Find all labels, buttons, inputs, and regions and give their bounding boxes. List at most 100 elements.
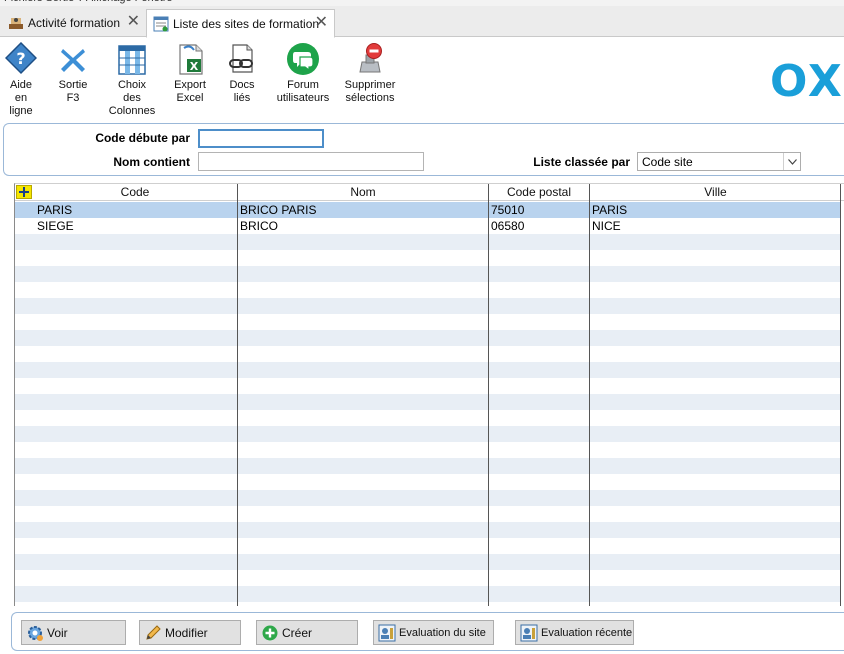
- view-button[interactable]: Voir: [21, 620, 126, 645]
- view-label: Voir: [47, 625, 68, 640]
- column-header-nom[interactable]: Nom: [238, 184, 489, 201]
- empty-row: [15, 346, 841, 362]
- delete-selections-button[interactable]: Supprimer sélections: [344, 42, 396, 105]
- empty-row: [15, 282, 841, 298]
- pencil-icon: [146, 624, 161, 640]
- forum-label: Forum utilisateurs: [276, 79, 330, 104]
- column-divider: [840, 184, 841, 606]
- code-filter-input[interactable]: [198, 129, 324, 148]
- empty-row: [15, 234, 841, 250]
- filter-panel: Code débute par Nom contient Liste class…: [3, 123, 844, 176]
- close-icon[interactable]: ✕: [127, 14, 140, 30]
- empty-row: [15, 362, 841, 378]
- name-filter-input[interactable]: [198, 152, 424, 171]
- empty-row: [15, 426, 841, 442]
- plus-circle-icon: [262, 625, 278, 640]
- help-icon: ?: [5, 42, 37, 75]
- tab-strip: Activité formation ✕ Liste des sites de …: [0, 6, 844, 38]
- create-button[interactable]: Créer: [256, 620, 358, 645]
- export-excel-button[interactable]: X Export Excel: [170, 42, 210, 105]
- svg-text:?: ?: [16, 49, 25, 68]
- exit-label: Sortie F3: [58, 79, 88, 104]
- empty-row: [15, 490, 841, 506]
- close-icon[interactable]: ✕: [315, 15, 328, 31]
- column-header-code[interactable]: Code: [33, 184, 238, 201]
- modify-button[interactable]: Modifier: [139, 620, 241, 645]
- table-cell: BRICO PARIS: [240, 203, 317, 217]
- empty-row: [15, 314, 841, 330]
- tab-label: Liste des sites de formation: [173, 16, 320, 31]
- linked-docs-icon: [229, 44, 253, 73]
- table-cell: 06580: [491, 219, 525, 233]
- site-evaluation-button[interactable]: Evaluation du site: [373, 620, 494, 645]
- forum-button[interactable]: Forum utilisateurs: [274, 42, 332, 105]
- toolbar: ? Aide en ligne Sortie F3 Choix des Colo…: [0, 38, 844, 120]
- site-evaluation-label: Evaluation du site: [399, 626, 486, 639]
- evaluation-icon: [520, 624, 538, 641]
- sort-label: Liste classée par: [533, 155, 630, 169]
- columns-button[interactable]: Choix des Colonnes: [106, 42, 158, 118]
- empty-row: [15, 394, 841, 410]
- empty-row: [15, 410, 841, 426]
- recent-evaluation-label: Evaluation récente: [541, 626, 633, 639]
- delete-selection-icon: [359, 43, 382, 73]
- empty-row: [15, 506, 841, 522]
- column-divider: [589, 184, 590, 606]
- action-bar: Voir Modifier Créer Evaluation du site E…: [11, 612, 844, 651]
- brand-logo: OX: [764, 62, 844, 102]
- column-divider: [237, 184, 238, 606]
- table-row[interactable]: PARIS BRICO PARIS 75010 PARIS: [15, 202, 841, 218]
- tab-activite-formation[interactable]: Activité formation ✕: [2, 9, 144, 37]
- empty-row: [15, 522, 841, 538]
- tab-liste-sites[interactable]: Liste des sites de formation ✕: [146, 9, 335, 38]
- exit-button[interactable]: Sortie F3: [54, 42, 92, 105]
- empty-row: [15, 442, 841, 458]
- empty-row: [15, 570, 841, 586]
- svg-text:X: X: [190, 60, 199, 73]
- column-header-ville[interactable]: Ville: [590, 184, 841, 201]
- code-filter-label: Code débute par: [95, 131, 190, 145]
- logo-text: OX: [770, 62, 844, 102]
- add-column-icon[interactable]: [16, 185, 32, 199]
- empty-row: [15, 250, 841, 266]
- column-divider: [488, 184, 489, 606]
- export-label: Export Excel: [174, 79, 206, 104]
- list-icon: [153, 16, 169, 31]
- name-filter-label: Nom contient: [113, 155, 190, 169]
- empty-row: [15, 378, 841, 394]
- modify-label: Modifier: [165, 625, 208, 640]
- delete-label: Supprimer sélections: [344, 79, 396, 104]
- menu-fragment: Fichiers Sortie ? Affichage Fenêtre: [4, 0, 173, 4]
- chevron-down-icon[interactable]: [783, 153, 800, 170]
- empty-row: [15, 602, 841, 606]
- grid-header: Code Nom Code postal Ville: [15, 184, 844, 201]
- linked-docs-button[interactable]: Docs liés: [224, 42, 260, 105]
- sort-select[interactable]: Code site: [637, 152, 801, 171]
- sites-grid: Code Nom Code postal Ville PARIS BRICO PA…: [14, 183, 844, 606]
- table-cell: PARIS: [37, 203, 73, 217]
- empty-row: [15, 538, 841, 554]
- sort-select-value: Code site: [642, 154, 693, 169]
- excel-icon: X: [179, 44, 203, 75]
- table-cell: SIEGE: [37, 219, 74, 233]
- table-cell: PARIS: [592, 203, 628, 217]
- empty-row: [15, 474, 841, 490]
- empty-row: [15, 266, 841, 282]
- table-cell: NICE: [592, 219, 621, 233]
- table-row[interactable]: SIEGE BRICO 06580 NICE: [15, 218, 841, 234]
- close-x-icon: [61, 49, 85, 72]
- evaluation-icon: [378, 624, 396, 641]
- help-button[interactable]: ? Aide en ligne: [4, 42, 38, 118]
- create-label: Créer: [282, 625, 313, 640]
- empty-row: [15, 458, 841, 474]
- docs-label: Docs liés: [229, 79, 255, 104]
- columns-icon: [118, 45, 146, 75]
- forum-icon: [287, 43, 319, 75]
- columns-label: Choix des Colonnes: [108, 79, 156, 117]
- view-gear-icon: [28, 625, 43, 641]
- help-label: Aide en ligne: [9, 79, 33, 117]
- recent-evaluation-button[interactable]: Evaluation récente: [515, 620, 634, 645]
- training-icon: [9, 18, 23, 29]
- column-header-postal[interactable]: Code postal: [489, 184, 590, 201]
- tab-label: Activité formation: [28, 16, 121, 30]
